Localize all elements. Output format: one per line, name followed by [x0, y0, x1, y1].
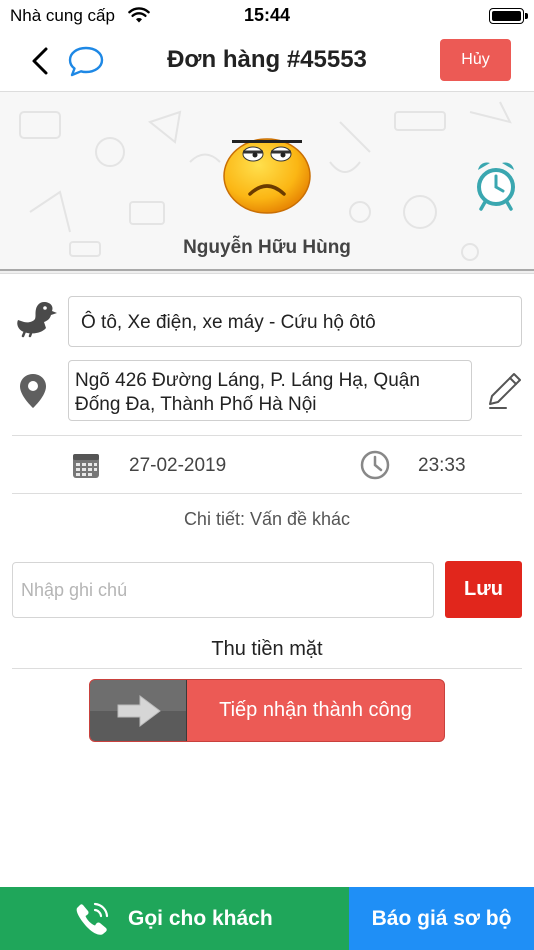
- save-note-button[interactable]: Lưu: [445, 561, 522, 618]
- order-date: 27-02-2019: [129, 455, 227, 476]
- divider: [12, 668, 522, 669]
- call-customer-button[interactable]: Gọi cho khách: [0, 887, 349, 950]
- banner-divider: [0, 269, 534, 274]
- cancel-order-button[interactable]: Hủy: [440, 39, 511, 81]
- clock-icon: [360, 450, 390, 480]
- alarm-clock-icon[interactable]: [472, 158, 520, 212]
- pencil-icon: [489, 373, 521, 409]
- annoyed-face-icon: [223, 138, 311, 214]
- address-field: Ngõ 426 Đường Láng, P. Láng Hạ, Quận Đốn…: [68, 360, 472, 421]
- divider: [12, 435, 522, 436]
- quote-button[interactable]: Báo giá sơ bộ: [349, 887, 534, 950]
- address-line-2: Đống Đa, Thành Phố Hà Nội: [75, 394, 317, 415]
- nav-header: Đơn hàng #45553 Hủy: [0, 30, 534, 92]
- order-time: 23:33: [418, 455, 466, 476]
- battery-icon: [489, 8, 528, 24]
- call-customer-label: Gọi cho khách: [128, 907, 273, 930]
- customer-banner: Nguyễn Hữu Hùng: [0, 92, 534, 269]
- calendar-icon: [73, 454, 99, 478]
- edit-pencil-button[interactable]: [484, 370, 524, 410]
- note-input[interactable]: [12, 562, 434, 618]
- phone-icon: [76, 902, 109, 935]
- divider: [12, 493, 522, 494]
- status-time: 15:44: [243, 5, 291, 25]
- arrow-right-icon: [117, 695, 161, 727]
- duck-icon: [17, 302, 57, 338]
- service-field: Ô tô, Xe điện, xe máy - Cứu hộ ôtô: [68, 296, 522, 347]
- slider-label: Tiếp nhận thành công: [219, 699, 412, 721]
- address-line-1: Ngõ 426 Đường Láng, P. Láng Hạ, Quận: [75, 370, 420, 391]
- payment-method: Thu tiền mặt: [211, 638, 323, 660]
- accept-slider[interactable]: Tiếp nhận thành công: [89, 679, 445, 742]
- slider-handle[interactable]: [90, 680, 187, 741]
- location-pin-icon: [20, 374, 46, 408]
- status-bar: Nhà cung cấp 15:44: [0, 0, 534, 30]
- customer-name: Nguyễn Hữu Hùng: [183, 237, 351, 258]
- order-detail: Chi tiết: Vấn đề khác: [183, 509, 351, 529]
